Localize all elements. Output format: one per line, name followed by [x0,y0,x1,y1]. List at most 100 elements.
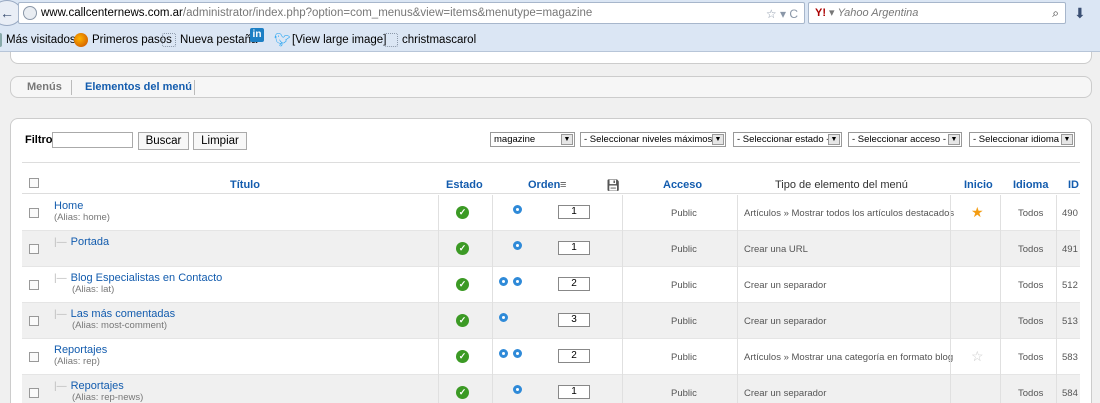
tab-menus[interactable]: Menús [27,81,62,93]
linkedin-icon: in [250,28,264,42]
published-check-icon[interactable]: ✓ [456,314,469,327]
chevron-down-icon: ▼ [948,134,960,145]
order-input[interactable]: 2 [558,349,590,363]
item-title-link[interactable]: Reportajes [71,380,124,392]
item-title-link[interactable]: Blog Especialistas en Contacto [71,272,223,284]
bookmark-linkedin[interactable]: in [250,28,264,42]
select-value: - Seleccionar estado - [737,134,830,145]
column-divider [622,267,623,303]
col-language[interactable]: Idioma [1013,179,1048,191]
filter-input[interactable] [52,132,133,148]
clear-button[interactable]: Limpiar [193,132,247,150]
row-checkbox[interactable] [29,244,39,254]
item-type: Artículos » Mostrar todos los artículos … [744,208,955,219]
move-down-icon[interactable] [513,349,522,358]
bookmark-view-image[interactable]: 🐦︎ [View large image] [274,28,386,52]
search-button[interactable]: Buscar [138,132,189,150]
item-title-link[interactable]: Reportajes [54,344,107,356]
column-divider [1056,375,1057,403]
order-input[interactable]: 3 [558,313,590,327]
save-order-icon[interactable]: 💾︎ [606,179,620,192]
bookmark-star-icon[interactable]: ☆ ▾ C [766,4,798,23]
tab-menu-items[interactable]: Elementos del menú [85,81,192,93]
move-up-icon[interactable] [499,313,508,322]
row-checkbox[interactable] [29,208,39,218]
published-check-icon[interactable]: ✓ [456,278,469,291]
menu-select[interactable]: magazine ▼ [490,132,575,147]
col-type: Tipo de elemento del menú [775,179,908,191]
bookmark-getting-started[interactable]: Primeros pasos [74,28,172,52]
item-language: Todos [1018,388,1044,399]
select-all-checkbox[interactable] [29,178,39,188]
column-divider [950,339,951,375]
item-id: 513 [1062,316,1078,327]
order-input[interactable]: 2 [558,277,590,291]
row-checkbox[interactable] [29,388,39,398]
url-domain: www.callcenternews.com.ar [41,7,183,19]
col-state[interactable]: Estado [446,179,483,191]
default-star-icon[interactable]: ★ [971,205,984,219]
column-divider [1000,303,1001,339]
column-divider [438,195,439,231]
column-divider [950,375,951,403]
sort-icon[interactable]: ≡ [560,179,566,191]
column-divider [950,267,951,303]
column-divider [1000,375,1001,403]
item-language: Todos [1018,280,1044,291]
search-box[interactable]: Y! ▾ Yahoo Argentina ⌕ [808,2,1066,24]
bookmark-christmascarol[interactable]: christmascarol [384,28,476,52]
item-access: Public [671,352,697,363]
item-title-link[interactable]: Portada [71,236,110,248]
bookmark-most-visited[interactable]: Más visitados [0,28,76,52]
column-divider [950,303,951,339]
search-icon[interactable]: ⌕ [1052,3,1059,23]
column-divider [737,195,738,231]
not-default-star-icon[interactable]: ☆ [971,349,984,363]
move-down-icon[interactable] [513,205,522,214]
language-select[interactable]: - Seleccionar idioma - ▼ [969,132,1075,147]
column-divider [492,195,493,231]
item-title-link[interactable]: Home [54,200,110,212]
move-up-icon[interactable] [499,349,508,358]
published-check-icon[interactable]: ✓ [456,350,469,363]
url-path: /administrator/index.php?option=com_menu… [182,7,593,19]
state-select[interactable]: - Seleccionar estado - ▼ [733,132,842,147]
item-title-link[interactable]: Las más comentadas [71,308,176,320]
published-check-icon[interactable]: ✓ [456,242,469,255]
column-divider [622,195,623,231]
select-value: - Seleccionar idioma - [973,134,1065,145]
page-icon [384,33,398,47]
select-value: - Seleccionar niveles máximos - [584,134,719,145]
order-input[interactable]: 1 [558,385,590,399]
levels-select[interactable]: - Seleccionar niveles máximos - ▼ [580,132,726,147]
bookmark-new-tab[interactable]: Nueva pestaña [162,28,257,52]
col-title[interactable]: Título [230,179,260,191]
item-language: Todos [1018,316,1044,327]
col-home[interactable]: Inicio [964,179,993,191]
move-up-icon[interactable] [499,277,508,286]
column-divider [622,303,623,339]
order-input[interactable]: 1 [558,205,590,219]
bookmark-label: Nueva pestaña [180,34,258,46]
move-down-icon[interactable] [513,277,522,286]
column-divider [492,267,493,303]
column-divider [438,375,439,403]
column-divider [1056,339,1057,375]
row-checkbox[interactable] [29,352,39,362]
download-icon[interactable]: ⬇ [1074,5,1086,22]
item-id: 490 [1062,208,1078,219]
bookmarks-bar: Más visitados Primeros pasos Nueva pesta… [0,28,1100,52]
row-checkbox[interactable] [29,280,39,290]
col-id[interactable]: ID [1068,179,1079,191]
col-order[interactable]: Orden [528,179,560,191]
bookmark-label: christmascarol [402,34,477,46]
move-down-icon[interactable] [513,385,522,394]
published-check-icon[interactable]: ✓ [456,386,469,399]
access-select[interactable]: - Seleccionar acceso - ▼ [848,132,962,147]
col-access[interactable]: Acceso [663,179,702,191]
published-check-icon[interactable]: ✓ [456,206,469,219]
order-input[interactable]: 1 [558,241,590,255]
move-down-icon[interactable] [513,241,522,250]
row-checkbox[interactable] [29,316,39,326]
url-bar[interactable]: www.callcenternews.com.ar/administrator/… [18,2,805,24]
